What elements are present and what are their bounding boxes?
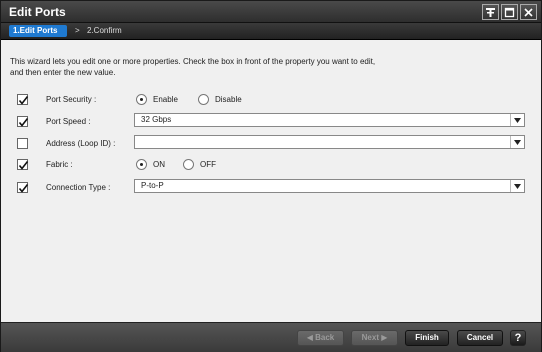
check-icon <box>18 184 29 193</box>
address-row: Address (Loop ID) : <box>1 135 541 155</box>
check-icon <box>18 118 29 127</box>
connection-type-label: Connection Type : <box>46 183 111 192</box>
step-confirm: 2.Confirm <box>87 26 122 35</box>
step-separator: > <box>75 26 80 35</box>
port-security-checkbox[interactable] <box>17 94 29 105</box>
port-speed-value: 32 Gbps <box>141 115 172 124</box>
window-controls <box>482 4 537 20</box>
port-security-label: Port Security : <box>46 95 97 104</box>
port-security-enable-radio[interactable]: Enable <box>136 94 178 105</box>
finish-button[interactable]: Finish <box>405 330 449 346</box>
address-select[interactable] <box>134 135 525 149</box>
check-icon <box>18 161 29 170</box>
fabric-checkbox[interactable] <box>17 159 29 170</box>
port-speed-row: Port Speed : 32 Gbps <box>1 113 541 133</box>
close-button[interactable] <box>520 4 537 20</box>
fabric-off-radio[interactable]: OFF <box>183 159 216 170</box>
radio-dot <box>136 94 147 105</box>
radio-label: Disable <box>215 95 242 104</box>
connection-type-checkbox[interactable] <box>17 182 29 193</box>
pin-icon <box>486 7 495 17</box>
intro-line-1: This wizard lets you edit one or more pr… <box>10 57 376 66</box>
edit-ports-dialog: Edit Ports 1.Edit Ports > 2.Confirm This… <box>0 0 542 352</box>
intro-text: This wizard lets you edit one or more pr… <box>10 56 510 78</box>
maximize-button[interactable] <box>501 4 518 20</box>
dropdown-arrow-icon[interactable] <box>510 180 524 192</box>
connection-type-value: P-to-P <box>141 181 164 190</box>
maximize-icon <box>504 7 515 17</box>
dropdown-arrow-icon[interactable] <box>510 136 524 148</box>
close-icon <box>524 7 533 17</box>
radio-dot <box>136 159 147 170</box>
form-panel: This wizard lets you edit one or more pr… <box>1 41 541 322</box>
radio-dot <box>198 94 209 105</box>
radio-label: Enable <box>153 95 178 104</box>
radio-label: OFF <box>200 160 216 169</box>
dropdown-arrow-icon[interactable] <box>510 114 524 126</box>
dialog-title: Edit Ports <box>9 5 66 19</box>
port-speed-select[interactable]: 32 Gbps <box>134 113 525 127</box>
next-button[interactable]: Next ▶ <box>351 330 398 346</box>
intro-line-2: and then enter the new value. <box>10 68 116 77</box>
fabric-on-radio[interactable]: ON <box>136 159 165 170</box>
pin-button[interactable] <box>482 4 499 20</box>
radio-dot <box>183 159 194 170</box>
address-checkbox[interactable] <box>17 138 28 149</box>
dialog-footer: ◀ Back Next ▶ Finish Cancel ? <box>1 322 541 352</box>
wizard-steps: 1.Edit Ports > 2.Confirm <box>1 23 541 40</box>
fabric-label: Fabric : <box>46 160 73 169</box>
port-security-row: Port Security : Enable Disable <box>1 91 541 111</box>
fabric-row: Fabric : ON OFF <box>1 156 541 176</box>
help-button[interactable]: ? <box>510 330 526 346</box>
connection-type-row: Connection Type : P-to-P <box>1 179 541 199</box>
port-security-disable-radio[interactable]: Disable <box>198 94 242 105</box>
title-bar: Edit Ports <box>1 1 541 23</box>
check-icon <box>18 96 29 105</box>
connection-type-select[interactable]: P-to-P <box>134 179 525 193</box>
radio-label: ON <box>153 160 165 169</box>
back-button[interactable]: ◀ Back <box>297 330 344 346</box>
port-speed-checkbox[interactable] <box>17 116 29 127</box>
cancel-button[interactable]: Cancel <box>457 330 503 346</box>
port-speed-label: Port Speed : <box>46 117 91 126</box>
address-label: Address (Loop ID) : <box>46 139 116 148</box>
step-edit-ports: 1.Edit Ports <box>9 25 67 37</box>
